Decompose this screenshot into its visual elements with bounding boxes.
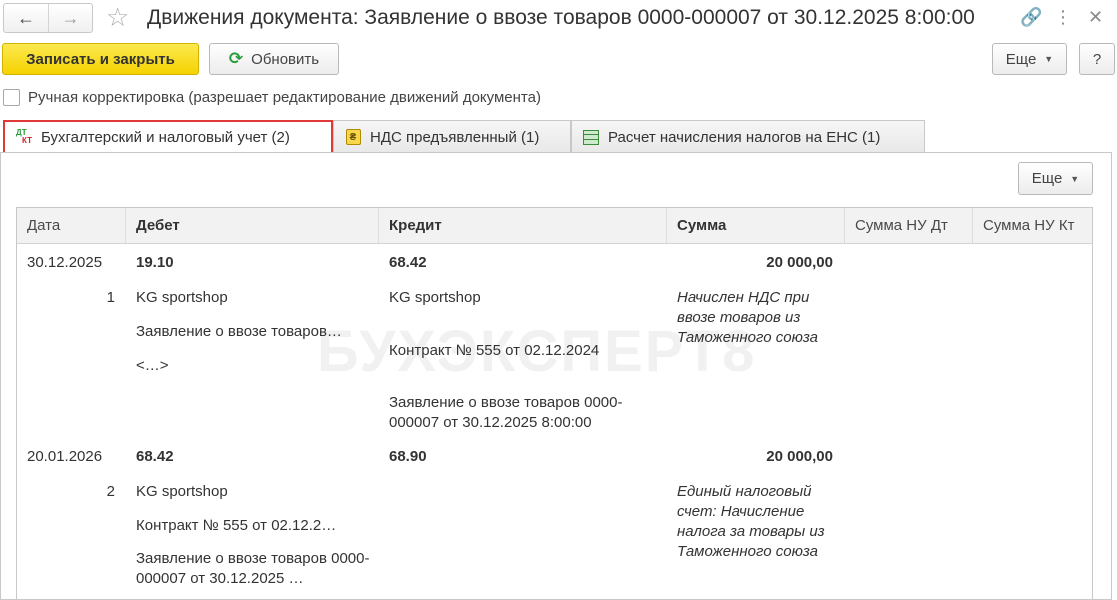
window-title: Движения документа: Заявление о ввозе то…	[147, 6, 975, 29]
row1-debit-sub2: Заявление о ввозе товаров…	[136, 323, 342, 340]
row2-content: Единый налоговый счет: Начисление налога…	[677, 483, 825, 560]
dropdown-caret-icon: ▼	[1044, 54, 1054, 64]
row1-credit-sub2: Контракт № 555 от 02.12.2024	[389, 342, 600, 359]
row1-debit-sub1: KG sportshop	[136, 289, 228, 306]
row2-debit-account: 68.42	[136, 448, 174, 465]
row2-credit-account: 68.90	[389, 448, 427, 465]
row1-credit-account: 68.42	[389, 254, 427, 271]
more-label: Еще	[1005, 50, 1037, 68]
row2-debit-sub3: Заявление о ввозе товаров 0000-000007 от…	[136, 550, 370, 587]
row2-date: 20.01.2026	[27, 448, 103, 465]
tab-accounting[interactable]: ДТ КТ Бухгалтерский и налоговый учет (2)	[3, 120, 333, 154]
column-header-tax-credit[interactable]: Сумма НУ Кт	[973, 208, 1092, 243]
dropdown-caret-icon: ▼	[1070, 173, 1080, 184]
column-header-amount[interactable]: Сумма	[667, 208, 845, 243]
row2-number: 2	[106, 483, 115, 500]
tab-vat-label: НДС предъявленный (1)	[370, 128, 540, 146]
manual-edit-row[interactable]: Ручная корректировка (разрешает редактир…	[3, 89, 541, 106]
help-button[interactable]: ?	[1079, 43, 1115, 75]
tab-content-panel: Еще ▼ БУХЭКСПЕРТ8 Дата Дебет Кредит Сумм…	[0, 152, 1112, 600]
tab-bar: ДТ КТ Бухгалтерский и налоговый учет (2) …	[0, 120, 1117, 154]
table-icon	[582, 128, 600, 146]
row2-amount: 20 000,00	[766, 448, 833, 465]
row2-debit-sub1: KG sportshop	[136, 483, 228, 500]
close-icon[interactable]: ✕	[1088, 6, 1103, 28]
column-header-credit[interactable]: Кредит	[379, 208, 667, 243]
table-header: Дата Дебет Кредит Сумма Сумма НУ Дт Сумм…	[17, 208, 1092, 244]
column-header-debit[interactable]: Дебет	[126, 208, 379, 243]
arrow-right-icon: →	[61, 7, 80, 28]
column-header-date[interactable]: Дата	[17, 208, 126, 243]
navigation-group: ← →	[3, 3, 93, 33]
register-icon: ₴	[344, 128, 362, 146]
row1-amount: 20 000,00	[766, 254, 833, 271]
refresh-icon: ⟳	[228, 49, 244, 68]
manual-edit-checkbox[interactable]	[3, 89, 20, 106]
row1-content: Начислен НДС при ввозе товаров из Таможе…	[677, 289, 818, 346]
table-more-button[interactable]: Еще ▼	[1018, 162, 1093, 195]
column-header-tax-debit[interactable]: Сумма НУ Дт	[845, 208, 973, 243]
refresh-button[interactable]: ⟳ Обновить	[209, 43, 339, 75]
more-button[interactable]: Еще ▼	[992, 43, 1067, 75]
title-bar: ← → ☆ Движения документа: Заявление о вв…	[0, 0, 1117, 38]
entries-table[interactable]: БУХЭКСПЕРТ8 Дата Дебет Кредит Сумма Сумм…	[16, 207, 1093, 600]
table-more-label: Еще	[1031, 170, 1063, 187]
row1-debit-account: 19.10	[136, 254, 174, 271]
row1-debit-sub3: <…>	[136, 357, 169, 374]
tab-ens-label: Расчет начисления налогов на ЕНС (1)	[608, 128, 881, 146]
forward-button[interactable]: →	[48, 4, 92, 32]
row1-number: 1	[106, 289, 115, 306]
tab-vat-presented[interactable]: ₴ НДС предъявленный (1)	[333, 120, 571, 153]
refresh-label: Обновить	[251, 50, 320, 68]
tab-ens-taxes[interactable]: Расчет начисления налогов на ЕНС (1)	[571, 120, 925, 153]
more-vertical-icon[interactable]: ⋮	[1054, 6, 1072, 28]
back-button[interactable]: ←	[4, 4, 48, 32]
row1-credit-sub3: Заявление о ввозе товаров 0000-000007 от…	[389, 394, 623, 431]
row1-date: 30.12.2025	[27, 254, 103, 271]
manual-edit-label: Ручная корректировка (разрешает редактир…	[28, 89, 541, 106]
save-and-close-button[interactable]: Записать и закрыть	[2, 43, 199, 75]
row2-debit-sub2: Контракт № 555 от 02.12.2…	[136, 517, 337, 534]
link-icon[interactable]: 🔗	[1020, 6, 1042, 28]
favorite-star-icon[interactable]: ☆	[106, 2, 129, 32]
tab-accounting-label: Бухгалтерский и налоговый учет (2)	[41, 128, 290, 146]
dt-kt-icon: ДТ КТ	[16, 128, 32, 145]
row1-credit-sub1: KG sportshop	[389, 289, 481, 306]
arrow-left-icon: ←	[17, 7, 35, 28]
